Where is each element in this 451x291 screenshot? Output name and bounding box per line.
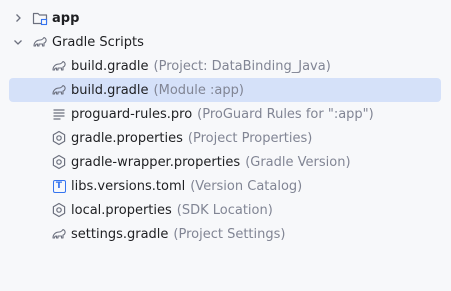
settings-gear-icon	[51, 154, 67, 170]
file-name: gradle-wrapper.properties	[71, 154, 241, 170]
folder-module-icon	[32, 10, 48, 26]
gradle-elephant-icon	[51, 58, 67, 74]
file-hint: (ProGuard Rules for ":app")	[197, 106, 374, 122]
toml-file-icon: T	[51, 178, 67, 194]
gradle-elephant-icon	[51, 226, 67, 242]
settings-gear-icon	[51, 202, 67, 218]
tree-node-gradle-scripts[interactable]: Gradle Scripts	[0, 30, 451, 54]
file-name: local.properties	[71, 202, 172, 218]
tree-item-proguard-rules[interactable]: proguard-rules.pro (ProGuard Rules for "…	[0, 102, 451, 126]
file-name: build.gradle	[71, 58, 149, 74]
tree-node-label: Gradle Scripts	[52, 34, 144, 50]
tree-item-build-gradle-project[interactable]: build.gradle (Project: DataBinding_Java)	[0, 54, 451, 78]
file-hint: (Project Settings)	[173, 226, 286, 242]
tree-node-label: app	[52, 10, 80, 26]
file-hint: (Gradle Version)	[245, 154, 351, 170]
file-hint: (Module :app)	[153, 82, 244, 98]
gradle-elephant-icon	[32, 34, 48, 50]
file-name: settings.gradle	[71, 226, 169, 242]
gradle-elephant-icon	[51, 82, 67, 98]
tree-item-gradle-wrapper-properties[interactable]: gradle-wrapper.properties (Gradle Versio…	[0, 150, 451, 174]
tree-item-settings-gradle[interactable]: settings.gradle (Project Settings)	[0, 222, 451, 246]
file-hint: (Project: DataBinding_Java)	[153, 58, 331, 74]
tree-item-gradle-properties[interactable]: gradle.properties (Project Properties)	[0, 126, 451, 150]
file-hint: (Version Catalog)	[190, 178, 303, 194]
tree-item-local-properties[interactable]: local.properties (SDK Location)	[0, 198, 451, 222]
tree-item-libs-versions-toml[interactable]: T libs.versions.toml (Version Catalog)	[0, 174, 451, 198]
chevron-down-icon[interactable]	[12, 36, 24, 48]
toml-letter: T	[52, 179, 66, 193]
tree-node-app[interactable]: app	[0, 6, 451, 30]
text-file-icon	[51, 106, 67, 122]
file-hint: (SDK Location)	[176, 202, 273, 218]
file-name: libs.versions.toml	[71, 178, 186, 194]
chevron-right-icon[interactable]	[12, 12, 24, 24]
settings-gear-icon	[51, 130, 67, 146]
file-name: proguard-rules.pro	[71, 106, 193, 122]
file-name: gradle.properties	[71, 130, 183, 146]
project-tree: app Gradle Scripts build.gradle (Project…	[0, 0, 451, 291]
file-hint: (Project Properties)	[187, 130, 313, 146]
file-name: build.gradle	[71, 82, 149, 98]
tree-item-build-gradle-module[interactable]: build.gradle (Module :app)	[0, 78, 451, 102]
